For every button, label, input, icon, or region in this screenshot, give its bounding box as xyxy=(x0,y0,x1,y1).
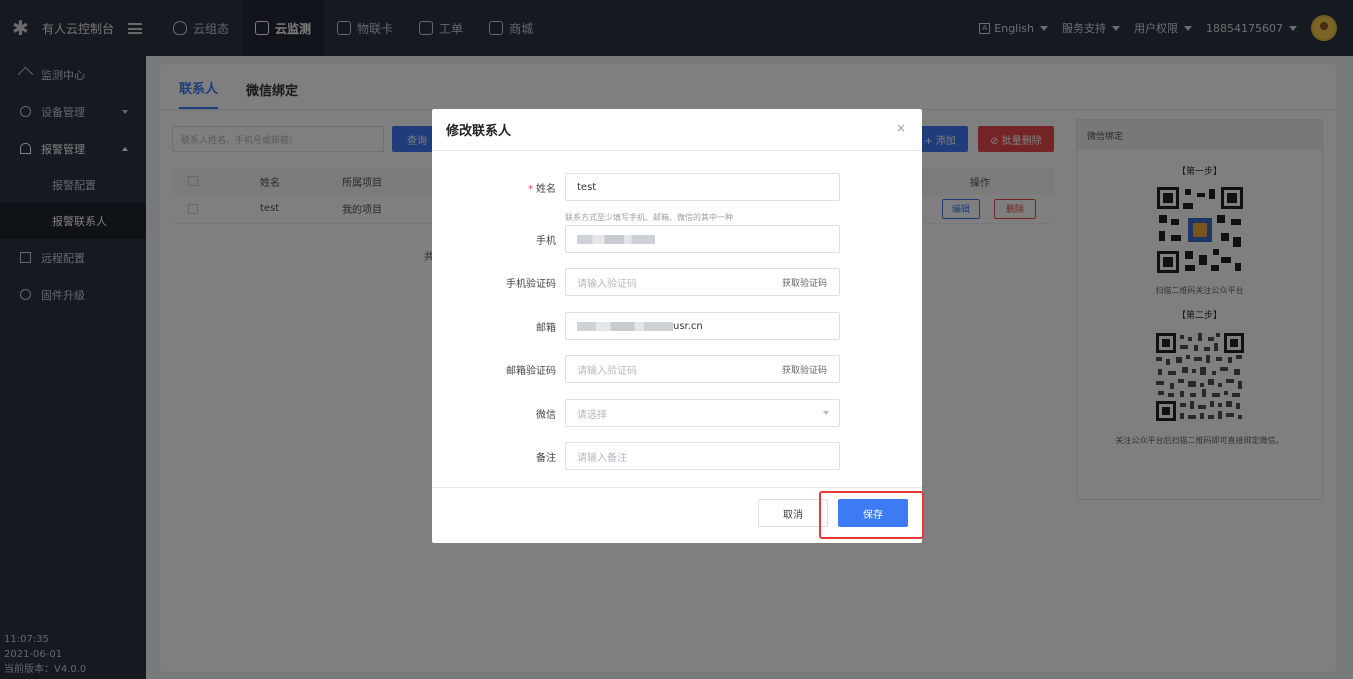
form-row-remark: 备注 请输入备注 xyxy=(432,442,922,470)
wechat-select[interactable]: 请选择 xyxy=(565,399,840,427)
email-code-label: 邮箱验证码 xyxy=(506,366,556,377)
remark-label: 备注 xyxy=(536,453,556,464)
edit-contact-dialog: 修改联系人 × * 姓名 test 联系方式至少填写手机、邮箱、微信的其中一种 手… xyxy=(432,109,922,543)
form-row-phone: 联系方式至少填写手机、邮箱、微信的其中一种 手机 xyxy=(432,213,922,253)
email-domain: usr.cn xyxy=(673,320,703,332)
name-label-text: 姓名 xyxy=(536,184,556,195)
phone-code-field[interactable]: 请输入验证码 获取验证码 xyxy=(565,268,840,296)
wechat-placeholder: 请选择 xyxy=(577,409,607,421)
wechat-label: 微信 xyxy=(536,410,556,421)
form-row-wechat: 微信 请选择 xyxy=(432,399,922,427)
chevron-down-icon xyxy=(823,411,829,415)
email-label: 邮箱 xyxy=(536,323,556,334)
get-email-code-button[interactable]: 获取验证码 xyxy=(782,363,827,376)
phone-field[interactable] xyxy=(565,225,840,253)
form-row-name: * 姓名 test xyxy=(432,173,922,201)
remark-placeholder: 请输入备注 xyxy=(577,452,627,464)
phone-code-label: 手机验证码 xyxy=(506,279,556,290)
email-code-field[interactable]: 请输入验证码 获取验证码 xyxy=(565,355,840,383)
remark-field[interactable]: 请输入备注 xyxy=(565,442,840,470)
email-redacted xyxy=(577,321,673,331)
email-field[interactable]: usr.cn xyxy=(565,312,840,340)
get-phone-code-button[interactable]: 获取验证码 xyxy=(782,276,827,289)
name-label: * 姓名 xyxy=(528,180,556,195)
contact-hint: 联系方式至少填写手机、邮箱、微信的其中一种 xyxy=(565,213,733,222)
email-code-placeholder: 请输入验证码 xyxy=(577,365,637,377)
required-mark: * xyxy=(528,184,533,195)
form-row-email-code: 邮箱验证码 请输入验证码 获取验证码 xyxy=(432,355,922,383)
form-row-email: 邮箱 usr.cn xyxy=(432,312,922,340)
phone-label: 手机 xyxy=(536,236,556,247)
phone-redacted xyxy=(577,234,655,244)
dialog-title: 修改联系人 xyxy=(432,109,922,151)
name-field[interactable]: test xyxy=(565,173,840,201)
form-row-phone-code: 手机验证码 请输入验证码 获取验证码 xyxy=(432,268,922,296)
highlight-box xyxy=(819,491,924,539)
phone-code-placeholder: 请输入验证码 xyxy=(577,278,637,290)
cancel-button[interactable]: 取消 xyxy=(758,499,828,527)
close-icon[interactable]: × xyxy=(896,121,906,135)
